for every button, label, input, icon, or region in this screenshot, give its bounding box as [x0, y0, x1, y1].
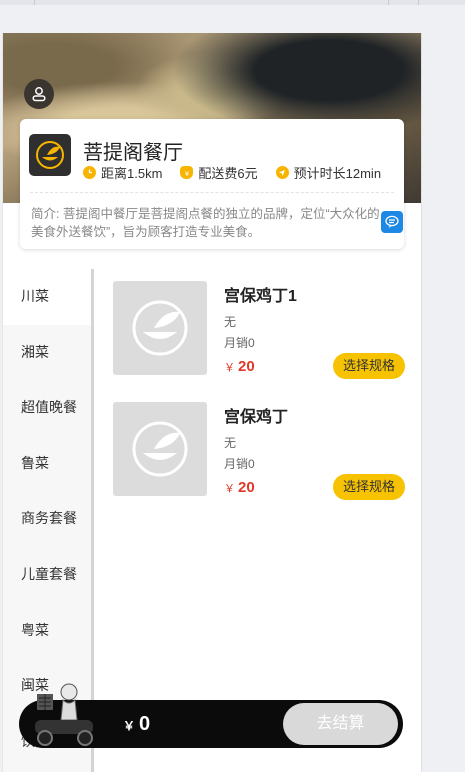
- food-image-placeholder: [113, 281, 207, 375]
- strip-divider: [34, 0, 35, 5]
- cart-total: ￥ 0: [123, 713, 150, 736]
- food-item[interactable]: 宫保鸡丁1 无 月销0 ￥ 20 选择规格: [113, 281, 413, 379]
- shop-info-card: 菩提阁餐厅 距离1.5km ¥ 配送费6元 预计时长12min 简介: 菩提阁中…: [20, 119, 404, 249]
- time-info: 预计时长12min: [275, 163, 382, 182]
- delivery-fee-text: 配送费6元: [198, 166, 258, 181]
- cart-total-value: 0: [139, 713, 151, 735]
- checkout-button[interactable]: 去结算: [283, 703, 398, 745]
- shop-meta: 距离1.5km ¥ 配送费6元 预计时长12min: [83, 163, 381, 182]
- card-divider: [30, 192, 394, 193]
- distance-text: 距离1.5km: [101, 166, 163, 181]
- money-bag-icon: ¥: [180, 166, 194, 179]
- distance-info: 距离1.5km: [83, 163, 162, 182]
- price-value: 20: [238, 479, 255, 496]
- svg-text:¥: ¥: [185, 170, 190, 177]
- food-monthly-sales: 月销0: [224, 457, 255, 471]
- cart-bar[interactable]: ￥ 0 去结算: [19, 683, 403, 748]
- food-image-placeholder: [113, 402, 207, 496]
- choose-spec-button[interactable]: 选择规格: [333, 353, 405, 379]
- delivery-rider-icon[interactable]: [29, 680, 99, 752]
- clock-icon: [83, 166, 96, 179]
- food-price: ￥ 20: [224, 358, 255, 375]
- food-name: 宫保鸡丁1: [224, 288, 297, 305]
- chat-icon[interactable]: [381, 211, 403, 233]
- shop-intro: 简介: 菩提阁中餐厅是菩提阁点餐的独立的品牌，定位“大众化的美食外送餐饮”，旨为…: [31, 207, 380, 239]
- shop-name: 菩提阁餐厅: [83, 142, 183, 164]
- category-item[interactable]: 湘菜: [3, 325, 91, 381]
- choose-spec-button[interactable]: 选择规格: [333, 474, 405, 500]
- category-item[interactable]: 儿童套餐: [3, 547, 91, 603]
- category-item[interactable]: 鲁菜: [3, 436, 91, 492]
- user-icon[interactable]: [24, 79, 54, 109]
- food-description: 无: [224, 315, 237, 329]
- food-item[interactable]: 宫保鸡丁 无 月销0 ￥ 20 选择规格: [113, 402, 413, 500]
- food-description: 无: [224, 436, 237, 450]
- food-price: ￥ 20: [224, 479, 255, 496]
- food-name: 宫保鸡丁: [224, 409, 289, 426]
- currency-symbol: ￥: [123, 719, 136, 733]
- browser-top-strip: [0, 0, 465, 5]
- currency-symbol: ￥: [224, 483, 235, 495]
- price-value: 20: [238, 358, 255, 375]
- food-monthly-sales: 月销0: [224, 336, 255, 350]
- shop-logo: [29, 134, 71, 176]
- category-item[interactable]: 川菜: [3, 269, 91, 325]
- strip-divider: [388, 0, 389, 5]
- category-item[interactable]: 超值晚餐: [3, 380, 91, 436]
- category-item[interactable]: 粤菜: [3, 603, 91, 659]
- navigation-icon: [275, 166, 289, 179]
- currency-symbol: ￥: [224, 362, 235, 374]
- strip-divider: [418, 0, 419, 5]
- app-screen: 菩提阁餐厅 距离1.5km ¥ 配送费6元 预计时长12min 简介: 菩提阁中…: [2, 33, 422, 772]
- category-item[interactable]: 商务套餐: [3, 491, 91, 547]
- delivery-time-text: 预计时长12min: [293, 166, 382, 181]
- fee-info: ¥ 配送费6元: [180, 163, 258, 182]
